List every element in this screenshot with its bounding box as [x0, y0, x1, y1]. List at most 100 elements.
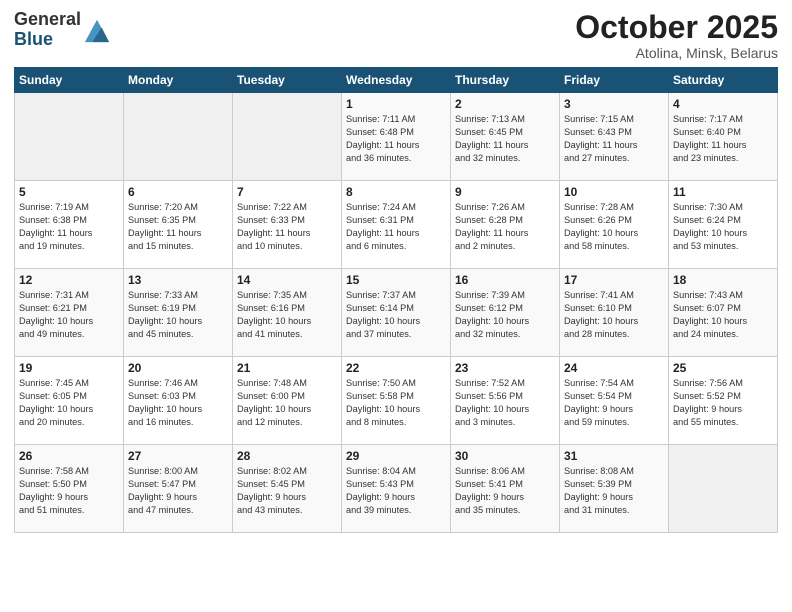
calendar-cell: 26Sunrise: 7:58 AM Sunset: 5:50 PM Dayli…	[15, 445, 124, 533]
calendar-cell: 2 Sunrise: 7:13 AM Sunset: 6:45 PM Daylig…	[451, 93, 560, 181]
calendar-cell	[669, 445, 778, 533]
week-row-3: 12Sunrise: 7:31 AM Sunset: 6:21 PM Dayli…	[15, 269, 778, 357]
day-info: Sunrise: 7:50 AM Sunset: 5:58 PM Dayligh…	[346, 377, 446, 429]
day-info: Sunrise: 7:28 AM Sunset: 6:26 PM Dayligh…	[564, 201, 664, 253]
calendar-cell: 18 Sunrise: 7:43 AM Sunset: 6:07 PM Dayli…	[669, 269, 778, 357]
day-info: Sunrise: 7:31 AM Sunset: 6:21 PM Dayligh…	[19, 289, 119, 341]
calendar-cell: 1 Sunrise: 7:11 AM Sunset: 6:48 PM Daylig…	[342, 93, 451, 181]
day-number: 24	[564, 361, 664, 375]
day-number: 19	[19, 361, 119, 375]
day-info: Sunrise: 7:35 AM Sunset: 6:16 PM Dayligh…	[237, 289, 337, 341]
day-info: Sunrise: 7:43 AM Sunset: 6:07 PM Dayligh…	[673, 289, 773, 341]
logo: General Blue	[14, 10, 111, 50]
calendar-cell: 19 Sunrise: 7:45 AM Sunset: 6:05 PM Dayli…	[15, 357, 124, 445]
day-info: Sunrise: 7:45 AM Sunset: 6:05 PM Dayligh…	[19, 377, 119, 429]
day-info: Sunrise: 7:11 AM Sunset: 6:48 PM Dayligh…	[346, 113, 446, 165]
page-container: General Blue October 2025 Atolina, Minsk…	[0, 0, 792, 539]
day-info: Sunrise: 7:26 AM Sunset: 6:28 PM Dayligh…	[455, 201, 555, 253]
calendar-cell	[124, 93, 233, 181]
day-number: 16	[455, 273, 555, 287]
day-info: Sunrise: 7:19 AM Sunset: 6:38 PM Dayligh…	[19, 201, 119, 253]
weekday-header-sunday: Sunday	[15, 68, 124, 93]
calendar-cell: 28 Sunrise: 8:02 AM Sunset: 5:45 PM Dayli…	[233, 445, 342, 533]
day-info: Sunrise: 7:20 AM Sunset: 6:35 PM Dayligh…	[128, 201, 228, 253]
day-number: 10	[564, 185, 664, 199]
week-row-2: 5Sunrise: 7:19 AM Sunset: 6:38 PM Daylig…	[15, 181, 778, 269]
day-number: 14	[237, 273, 337, 287]
day-info: Sunrise: 7:22 AM Sunset: 6:33 PM Dayligh…	[237, 201, 337, 253]
calendar-cell: 17Sunrise: 7:41 AM Sunset: 6:10 PM Dayli…	[560, 269, 669, 357]
day-info: Sunrise: 7:56 AM Sunset: 5:52 PM Dayligh…	[673, 377, 773, 429]
day-number: 8	[346, 185, 446, 199]
calendar-cell: 16 Sunrise: 7:39 AM Sunset: 6:12 PM Dayli…	[451, 269, 560, 357]
calendar-cell: 27 Sunrise: 8:00 AM Sunset: 5:47 PM Dayli…	[124, 445, 233, 533]
day-number: 6	[128, 185, 228, 199]
calendar-cell: 4 Sunrise: 7:17 AM Sunset: 6:40 PM Daylig…	[669, 93, 778, 181]
day-number: 20	[128, 361, 228, 375]
day-number: 2	[455, 97, 555, 111]
day-info: Sunrise: 7:58 AM Sunset: 5:50 PM Dayligh…	[19, 465, 119, 517]
day-number: 18	[673, 273, 773, 287]
day-number: 13	[128, 273, 228, 287]
day-number: 25	[673, 361, 773, 375]
calendar-cell: 30Sunrise: 8:06 AM Sunset: 5:41 PM Dayli…	[451, 445, 560, 533]
day-number: 4	[673, 97, 773, 111]
day-info: Sunrise: 7:54 AM Sunset: 5:54 PM Dayligh…	[564, 377, 664, 429]
day-info: Sunrise: 8:04 AM Sunset: 5:43 PM Dayligh…	[346, 465, 446, 517]
weekday-header-row: SundayMondayTuesdayWednesdayThursdayFrid…	[15, 68, 778, 93]
title-block: October 2025 Atolina, Minsk, Belarus	[575, 10, 778, 61]
calendar-cell	[233, 93, 342, 181]
calendar-cell: 11Sunrise: 7:30 AM Sunset: 6:24 PM Dayli…	[669, 181, 778, 269]
day-info: Sunrise: 8:00 AM Sunset: 5:47 PM Dayligh…	[128, 465, 228, 517]
day-info: Sunrise: 7:17 AM Sunset: 6:40 PM Dayligh…	[673, 113, 773, 165]
calendar-cell: 15 Sunrise: 7:37 AM Sunset: 6:14 PM Dayli…	[342, 269, 451, 357]
calendar-cell: 21 Sunrise: 7:48 AM Sunset: 6:00 PM Dayli…	[233, 357, 342, 445]
day-info: Sunrise: 8:02 AM Sunset: 5:45 PM Dayligh…	[237, 465, 337, 517]
calendar-cell: 23Sunrise: 7:52 AM Sunset: 5:56 PM Dayli…	[451, 357, 560, 445]
day-number: 1	[346, 97, 446, 111]
day-number: 17	[564, 273, 664, 287]
calendar-cell: 29 Sunrise: 8:04 AM Sunset: 5:43 PM Dayli…	[342, 445, 451, 533]
day-number: 9	[455, 185, 555, 199]
calendar-cell: 9 Sunrise: 7:26 AM Sunset: 6:28 PM Daylig…	[451, 181, 560, 269]
calendar-cell: 25 Sunrise: 7:56 AM Sunset: 5:52 PM Dayli…	[669, 357, 778, 445]
logo-icon	[83, 16, 111, 44]
weekday-header-saturday: Saturday	[669, 68, 778, 93]
day-info: Sunrise: 7:48 AM Sunset: 6:00 PM Dayligh…	[237, 377, 337, 429]
month-title: October 2025	[575, 10, 778, 45]
weekday-header-wednesday: Wednesday	[342, 68, 451, 93]
day-number: 3	[564, 97, 664, 111]
day-info: Sunrise: 7:52 AM Sunset: 5:56 PM Dayligh…	[455, 377, 555, 429]
day-number: 15	[346, 273, 446, 287]
weekday-header-friday: Friday	[560, 68, 669, 93]
logo-text: General Blue	[14, 10, 81, 50]
day-info: Sunrise: 8:08 AM Sunset: 5:39 PM Dayligh…	[564, 465, 664, 517]
calendar-cell: 20 Sunrise: 7:46 AM Sunset: 6:03 PM Dayli…	[124, 357, 233, 445]
day-info: Sunrise: 7:30 AM Sunset: 6:24 PM Dayligh…	[673, 201, 773, 253]
calendar-cell: 14 Sunrise: 7:35 AM Sunset: 6:16 PM Dayli…	[233, 269, 342, 357]
calendar-cell: 5Sunrise: 7:19 AM Sunset: 6:38 PM Daylig…	[15, 181, 124, 269]
day-number: 31	[564, 449, 664, 463]
calendar-cell	[15, 93, 124, 181]
day-info: Sunrise: 7:37 AM Sunset: 6:14 PM Dayligh…	[346, 289, 446, 341]
calendar-cell: 12Sunrise: 7:31 AM Sunset: 6:21 PM Dayli…	[15, 269, 124, 357]
day-number: 28	[237, 449, 337, 463]
calendar-cell: 10 Sunrise: 7:28 AM Sunset: 6:26 PM Dayli…	[560, 181, 669, 269]
day-number: 21	[237, 361, 337, 375]
calendar-cell: 24 Sunrise: 7:54 AM Sunset: 5:54 PM Dayli…	[560, 357, 669, 445]
calendar-cell: 6 Sunrise: 7:20 AM Sunset: 6:35 PM Daylig…	[124, 181, 233, 269]
day-number: 27	[128, 449, 228, 463]
weekday-header-monday: Monday	[124, 68, 233, 93]
day-info: Sunrise: 7:15 AM Sunset: 6:43 PM Dayligh…	[564, 113, 664, 165]
day-number: 22	[346, 361, 446, 375]
calendar-cell: 22 Sunrise: 7:50 AM Sunset: 5:58 PM Dayli…	[342, 357, 451, 445]
week-row-1: 1 Sunrise: 7:11 AM Sunset: 6:48 PM Daylig…	[15, 93, 778, 181]
day-info: Sunrise: 7:13 AM Sunset: 6:45 PM Dayligh…	[455, 113, 555, 165]
day-info: Sunrise: 7:24 AM Sunset: 6:31 PM Dayligh…	[346, 201, 446, 253]
day-info: Sunrise: 7:39 AM Sunset: 6:12 PM Dayligh…	[455, 289, 555, 341]
calendar-table: SundayMondayTuesdayWednesdayThursdayFrid…	[14, 67, 778, 533]
day-info: Sunrise: 7:46 AM Sunset: 6:03 PM Dayligh…	[128, 377, 228, 429]
calendar-cell: 8 Sunrise: 7:24 AM Sunset: 6:31 PM Daylig…	[342, 181, 451, 269]
day-number: 29	[346, 449, 446, 463]
week-row-4: 19 Sunrise: 7:45 AM Sunset: 6:05 PM Dayli…	[15, 357, 778, 445]
